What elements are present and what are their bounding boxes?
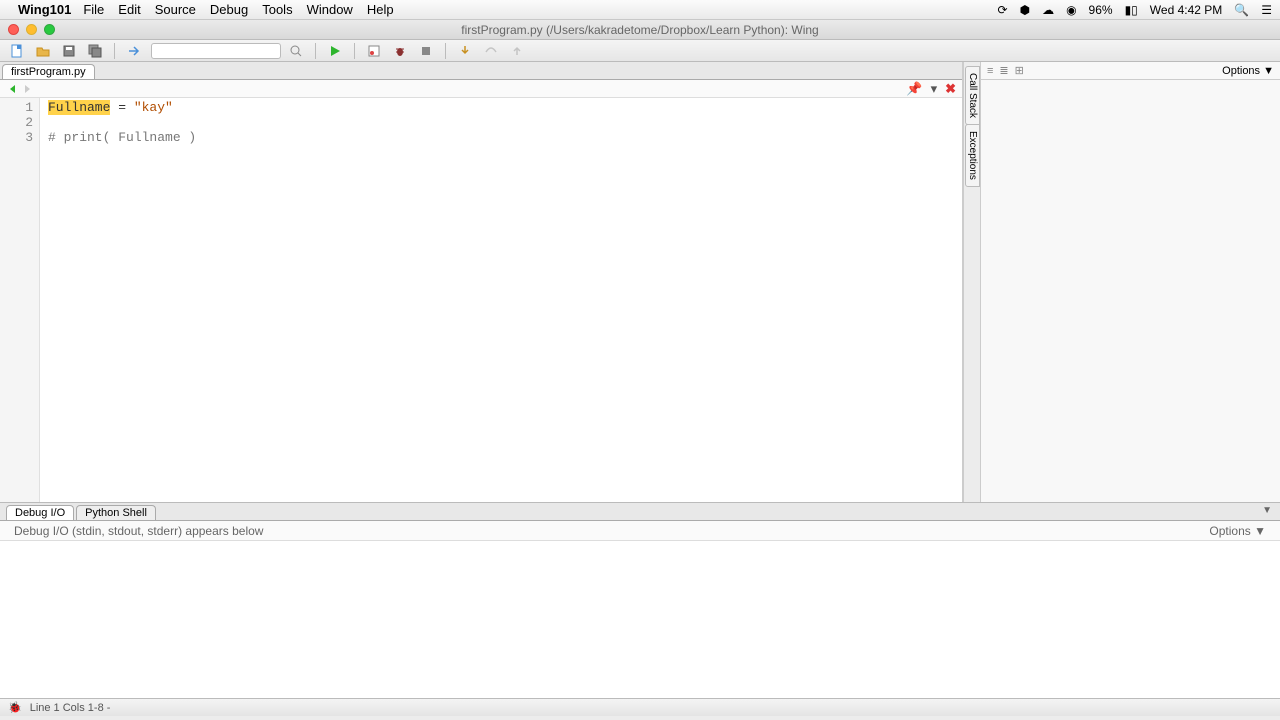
- menu-help[interactable]: Help: [367, 2, 394, 17]
- close-window-button[interactable]: [8, 24, 19, 35]
- right-options-button[interactable]: Options ▼: [1222, 65, 1274, 77]
- menu-window[interactable]: Window: [307, 2, 353, 17]
- step-out-button[interactable]: [506, 42, 528, 60]
- dropbox-icon[interactable]: ⬢: [1020, 3, 1030, 17]
- open-file-button[interactable]: [32, 42, 54, 60]
- layout-icon-2[interactable]: ≣: [999, 64, 1008, 77]
- line-gutter: 1 2 3: [0, 98, 40, 502]
- app-name[interactable]: Wing101: [18, 2, 71, 17]
- minimize-window-button[interactable]: [26, 24, 37, 35]
- debug-io-content[interactable]: [0, 541, 1280, 698]
- debug-breakpoint-button[interactable]: [363, 42, 385, 60]
- debug-io-tab[interactable]: Debug I/O: [6, 505, 74, 520]
- battery-label: 96%: [1089, 3, 1113, 17]
- menu-source[interactable]: Source: [155, 2, 196, 17]
- menu-file[interactable]: File: [83, 2, 104, 17]
- exceptions-tab[interactable]: Exceptions: [965, 124, 980, 187]
- sync-icon[interactable]: ⟳: [998, 3, 1008, 17]
- step-into-button[interactable]: [454, 42, 476, 60]
- right-panel: ≡ ≣ ⊞ Options ▼: [980, 62, 1280, 502]
- goto-button[interactable]: [123, 42, 145, 60]
- menu-debug[interactable]: Debug: [210, 2, 248, 17]
- collapse-panel-button[interactable]: ▼: [1262, 505, 1272, 516]
- search-button[interactable]: [285, 42, 307, 60]
- file-tab-bar: firstProgram.py: [0, 62, 962, 80]
- run-button[interactable]: [324, 42, 346, 60]
- step-over-button[interactable]: [480, 42, 502, 60]
- battery-icon: ▮▯: [1125, 3, 1138, 17]
- status-bug-icon[interactable]: 🐞: [8, 701, 22, 714]
- nav-forward-button[interactable]: [20, 82, 34, 96]
- debug-bug-button[interactable]: [389, 42, 411, 60]
- python-shell-tab[interactable]: Python Shell: [76, 505, 156, 520]
- zoom-window-button[interactable]: [44, 24, 55, 35]
- close-editor-button[interactable]: ✖: [945, 81, 956, 97]
- save-all-button[interactable]: [84, 42, 106, 60]
- side-tab-panel: Call Stack Exceptions: [962, 62, 980, 502]
- debug-io-label: Debug I/O (stdin, stdout, stderr) appear…: [14, 524, 263, 538]
- dropdown-icon[interactable]: ▾: [931, 81, 938, 97]
- code-content[interactable]: Fullname = "kay" # print( Fullname ): [40, 98, 962, 502]
- window-titlebar: firstProgram.py (/Users/kakradetome/Drop…: [0, 20, 1280, 40]
- search-input[interactable]: [151, 43, 281, 59]
- layout-icon-3[interactable]: ⊞: [1015, 64, 1024, 77]
- cloud-icon[interactable]: ☁: [1042, 3, 1054, 17]
- spotlight-icon[interactable]: 🔍: [1234, 3, 1249, 17]
- stop-button[interactable]: [415, 42, 437, 60]
- menu-icon[interactable]: ☰: [1261, 3, 1272, 17]
- new-file-button[interactable]: [6, 42, 28, 60]
- toolbar: [0, 40, 1280, 62]
- clock[interactable]: Wed 4:42 PM: [1150, 3, 1222, 17]
- bottom-options-button[interactable]: Options ▼: [1209, 524, 1266, 538]
- wifi-icon[interactable]: ◉: [1066, 3, 1076, 17]
- menu-tools[interactable]: Tools: [262, 2, 292, 17]
- menu-edit[interactable]: Edit: [118, 2, 140, 17]
- macos-menubar: Wing101 File Edit Source Debug Tools Win…: [0, 0, 1280, 20]
- window-title: firstProgram.py (/Users/kakradetome/Drop…: [461, 23, 818, 37]
- editor-nav-bar: 📌 ▾ ✖: [0, 80, 962, 98]
- call-stack-tab[interactable]: Call Stack: [965, 66, 980, 125]
- code-editor[interactable]: 1 2 3 Fullname = "kay" # print( Fullname…: [0, 98, 962, 502]
- file-tab[interactable]: firstProgram.py: [2, 64, 95, 79]
- status-bar: 🐞 Line 1 Cols 1-8 -: [0, 698, 1280, 716]
- pin-icon[interactable]: 📌: [906, 81, 922, 97]
- save-file-button[interactable]: [58, 42, 80, 60]
- nav-back-button[interactable]: [6, 82, 20, 96]
- status-position: Line 1 Cols 1-8 -: [30, 702, 111, 714]
- bottom-panel: Debug I/O Python Shell ▼ Debug I/O (stdi…: [0, 502, 1280, 698]
- layout-icon-1[interactable]: ≡: [987, 65, 993, 77]
